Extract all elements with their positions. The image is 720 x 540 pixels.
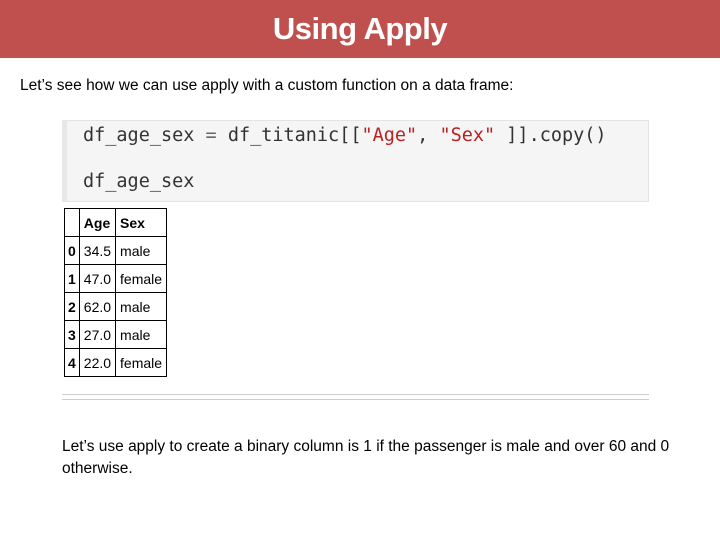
code-string-sex: "Sex" bbox=[439, 125, 496, 146]
cell-sex: female bbox=[115, 348, 168, 377]
title-bar: Using Apply bbox=[0, 0, 720, 58]
code-assign: = bbox=[194, 125, 228, 146]
table-header-index bbox=[64, 208, 80, 237]
table-row: 2 62.0 male bbox=[64, 292, 168, 321]
code-var: df_age_sex bbox=[83, 125, 195, 146]
row-index: 3 bbox=[64, 320, 80, 349]
cell-sex: male bbox=[115, 292, 168, 321]
table-row: 0 34.5 male bbox=[64, 236, 168, 265]
table-header-age: Age bbox=[78, 208, 117, 237]
code-comma: , bbox=[417, 125, 440, 146]
bottom-text: Let’s use apply to create a binary colum… bbox=[62, 438, 670, 477]
table-row: 4 22.0 female bbox=[64, 348, 168, 377]
table-row: 3 27.0 male bbox=[64, 320, 168, 349]
cell-age: 62.0 bbox=[78, 292, 117, 321]
code-string-age: "Age" bbox=[361, 125, 418, 146]
code-line-1: df_age_sex = df_titanic[["Age", "Sex" ]]… bbox=[83, 125, 607, 146]
row-index: 4 bbox=[64, 348, 80, 377]
cell-age: 22.0 bbox=[78, 348, 117, 377]
table-header-sex: Sex bbox=[115, 208, 168, 237]
cell-age: 34.5 bbox=[78, 236, 117, 265]
table-row: 1 47.0 female bbox=[64, 264, 168, 293]
cell-age: 47.0 bbox=[78, 264, 117, 293]
table-header-row: Age Sex bbox=[64, 208, 168, 237]
dataframe-table: Age Sex 0 34.5 male 1 47.0 female 2 62.0… bbox=[64, 208, 168, 377]
row-index: 0 bbox=[64, 236, 80, 265]
cell-sex: female bbox=[115, 264, 168, 293]
row-index: 1 bbox=[64, 264, 80, 293]
intro-text: Let’s see how we can use apply with a cu… bbox=[20, 77, 514, 94]
code-cell[interactable]: df_age_sex = df_titanic[["Age", "Sex" ]]… bbox=[62, 120, 649, 202]
output-separator bbox=[62, 394, 649, 400]
code-line-2: df_age_sex bbox=[83, 171, 195, 192]
slide-title: Using Apply bbox=[272, 11, 448, 46]
row-index: 2 bbox=[64, 292, 80, 321]
cell-age: 27.0 bbox=[78, 320, 117, 349]
cell-sex: male bbox=[115, 236, 168, 265]
output-area: Age Sex 0 34.5 male 1 47.0 female 2 62.0… bbox=[62, 202, 649, 400]
code-call-start: df_titanic[[ bbox=[227, 125, 362, 146]
code-call-end: ]].copy() bbox=[495, 125, 607, 146]
cell-sex: male bbox=[115, 320, 168, 349]
